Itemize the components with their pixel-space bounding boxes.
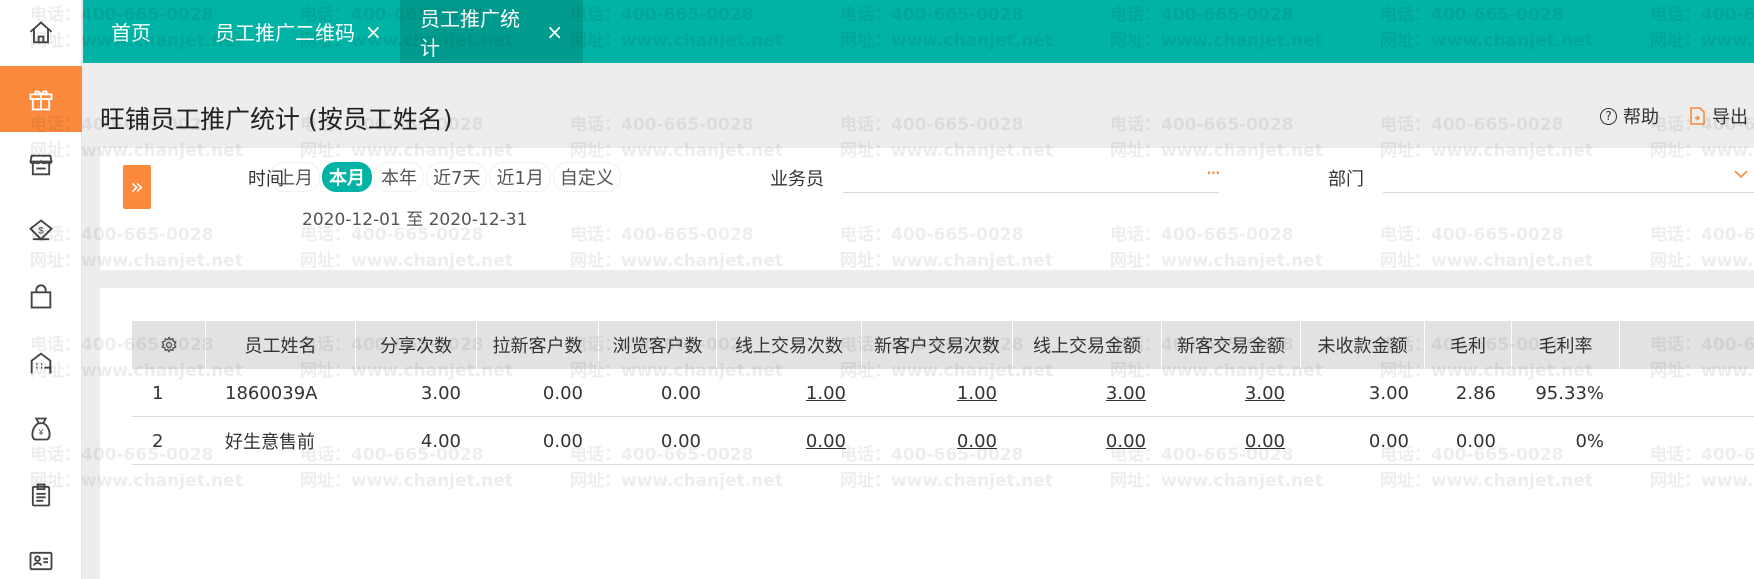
section-divider — [100, 270, 1754, 288]
column-settings-button[interactable] — [132, 321, 206, 369]
date-range-text: 2020-12-01 至 2020-12-31 — [302, 210, 528, 230]
column-header[interactable]: 新客交易金额 — [1162, 321, 1301, 369]
column-header[interactable]: 毛利率 — [1512, 321, 1620, 369]
gross-profit-cell: 2.86 — [1455, 382, 1496, 404]
page-title: 旺铺员工推广统计 (按员工姓名) — [100, 105, 453, 134]
tab-employee-qrcode[interactable]: 员工推广二维码 × — [195, 0, 402, 63]
new-customer-amount-link[interactable]: 3.00 — [1162, 369, 1301, 417]
export-button[interactable]: 导出 — [1688, 103, 1748, 129]
time-option-this-month[interactable]: 本月 — [322, 162, 372, 192]
yen-pouch-icon: ¥ — [31, 417, 51, 441]
page-header: 旺铺员工推广统计 (按员工姓名) ? 帮助 导出 — [100, 63, 1754, 148]
gear-icon — [160, 336, 177, 353]
salesperson-label: 业务员 — [770, 169, 824, 190]
online-amount-link[interactable]: 0.00 — [1013, 417, 1162, 465]
column-header[interactable]: 新客户交易次数 — [862, 321, 1013, 369]
time-options: 上月 本月 本年 近7天 近1月 自定义 — [270, 162, 623, 192]
tab-employee-stats[interactable]: 员工推广统计 × — [400, 0, 583, 63]
close-icon[interactable]: × — [365, 20, 382, 44]
sidebar-item-gift[interactable] — [0, 66, 82, 132]
column-header[interactable]: 未收款金额 — [1301, 321, 1425, 369]
shares-cell: 4.00 — [420, 430, 461, 452]
sidebar-item-home[interactable] — [0, 0, 82, 66]
help-icon: ? — [1600, 107, 1617, 125]
new-customer-amount-link[interactable]: 0.00 — [1162, 417, 1301, 465]
online-amount-link[interactable]: 3.00 — [1013, 369, 1162, 417]
time-option-7-days[interactable]: 近7天 — [426, 162, 488, 192]
sidebar-item-orders[interactable] — [0, 462, 82, 528]
employee-name-cell: 1860039A — [225, 382, 318, 404]
shopping-bag-icon — [30, 284, 52, 309]
margin-cell: 95.33% — [1535, 382, 1604, 404]
margin-cell: 0% — [1575, 430, 1604, 452]
time-option-last-month[interactable]: 上月 — [270, 162, 320, 192]
new-customer-trades-link[interactable]: 0.00 — [862, 417, 1013, 465]
time-option-this-year[interactable]: 本年 — [374, 162, 424, 192]
left-sidebar: $ ¥ — [0, 0, 82, 579]
unpaid-cell: 0.00 — [1368, 430, 1409, 452]
gift-icon — [29, 90, 53, 111]
tab-bar: 首页 员工推广二维码 × 员工推广统计 × — [83, 0, 1754, 63]
sidebar-item-shopping[interactable] — [0, 264, 82, 330]
close-icon[interactable]: × — [546, 20, 563, 44]
column-header[interactable]: 线上交易次数 — [717, 321, 862, 369]
gross-profit-cell: 0.00 — [1455, 430, 1496, 452]
expand-filter-button[interactable]: » — [123, 165, 151, 209]
column-header[interactable]: 毛利 — [1425, 321, 1512, 369]
online-trades-link[interactable]: 0.00 — [717, 417, 862, 465]
online-trades-link[interactable]: 1.00 — [717, 369, 862, 417]
column-header[interactable]: 分享次数 — [356, 321, 477, 369]
time-option-1-month[interactable]: 近1月 — [489, 162, 551, 192]
column-header[interactable]: 浏览客户数 — [599, 321, 717, 369]
salesperson-input[interactable]: ··· — [843, 161, 1221, 193]
column-header[interactable]: 拉新客户数 — [477, 321, 599, 369]
new-customers-cell: 0.00 — [542, 382, 583, 404]
tab-home[interactable]: 首页 — [91, 0, 171, 63]
row-index: 2 — [152, 430, 164, 452]
tab-label: 员工推广二维码 — [215, 21, 355, 45]
table-header: 员工姓名 分享次数 拉新客户数 浏览客户数 线上交易次数 新客户交易次数 线上交… — [132, 321, 1754, 369]
more-icon[interactable]: ··· — [1206, 161, 1221, 185]
new-customer-trades-link[interactable]: 1.00 — [862, 369, 1013, 417]
help-label: 帮助 — [1623, 107, 1659, 128]
clipboard-icon — [31, 483, 51, 507]
table-row[interactable]: 1 1860039A 3.00 0.00 0.00 1.00 1.00 3.00… — [132, 369, 1754, 417]
main-content: 旺铺员工推广统计 (按员工姓名) ? 帮助 导出 » 时间 上月 本月 本年 近… — [100, 63, 1754, 579]
time-option-custom[interactable]: 自定义 — [552, 162, 621, 192]
column-header[interactable]: 线上交易金额 — [1013, 321, 1162, 369]
column-header[interactable]: 员工姓名 — [206, 321, 356, 369]
browsing-customers-cell: 0.00 — [660, 382, 701, 404]
employee-name-cell: 好生意售前 — [225, 432, 315, 453]
chevron-down-icon[interactable] — [1732, 165, 1750, 183]
sidebar-item-contacts[interactable] — [0, 528, 82, 579]
sidebar-item-wallet[interactable]: ¥ — [0, 396, 82, 462]
store-icon — [29, 154, 53, 176]
help-button[interactable]: ? 帮助 — [1600, 103, 1659, 129]
sidebar-item-finance[interactable]: $ — [0, 198, 82, 264]
tab-label: 员工推广统计 — [420, 6, 520, 60]
tab-label: 首页 — [111, 21, 151, 45]
row-index: 1 — [152, 382, 164, 404]
department-select[interactable] — [1383, 163, 1754, 193]
home-icon — [29, 21, 53, 44]
svg-text:$: $ — [38, 225, 44, 235]
shares-cell: 3.00 — [420, 382, 461, 404]
sidebar-item-building[interactable] — [0, 330, 82, 396]
new-customers-cell: 0.00 — [542, 430, 583, 452]
money-bag-icon: $ — [29, 219, 53, 241]
export-icon — [1690, 107, 1705, 125]
table-row[interactable]: 2 好生意售前 4.00 0.00 0.00 0.00 0.00 0.00 0.… — [132, 417, 1754, 465]
svg-text:¥: ¥ — [38, 428, 44, 437]
export-label: 导出 — [1712, 107, 1748, 128]
contact-card-icon — [29, 551, 53, 571]
department-label: 部门 — [1328, 169, 1364, 190]
building-icon — [30, 352, 52, 374]
browsing-customers-cell: 0.00 — [660, 430, 701, 452]
unpaid-cell: 3.00 — [1368, 382, 1409, 404]
sidebar-item-store[interactable] — [0, 132, 82, 198]
